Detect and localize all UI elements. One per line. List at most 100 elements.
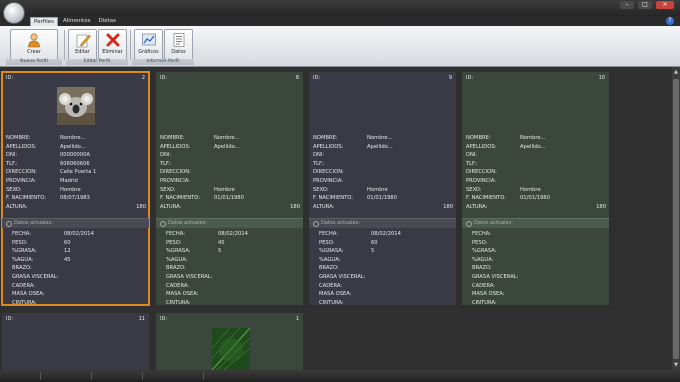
scroll-up-icon[interactable]: ▲ bbox=[673, 69, 679, 75]
eliminar-button[interactable]: Eliminar bbox=[98, 29, 127, 60]
datos-actuales-header[interactable]: Datos actuales: bbox=[2, 218, 149, 228]
grasa-visceral-label: GRASA VISCERAL: bbox=[12, 273, 59, 280]
altura-value: 180 bbox=[136, 203, 146, 210]
peso-label: PESO: bbox=[319, 239, 335, 246]
profile-card[interactable]: ID: 10 NOMBRE: Nombre... APELLIDOS: Apelli… bbox=[462, 72, 609, 306]
tlf-value: 606060606 bbox=[60, 160, 90, 167]
graficos-button[interactable]: Gráficos bbox=[134, 29, 163, 60]
tab-dietas[interactable]: Dietas bbox=[95, 17, 119, 26]
cintura-label: CINTURA: bbox=[319, 299, 344, 306]
altura-label: ALTURA: bbox=[160, 203, 182, 210]
nacimiento-value: 08/07/1983 bbox=[60, 195, 90, 202]
direccion-label: DIRECCION: bbox=[6, 169, 37, 176]
profile-card[interactable]: ID: 1 bbox=[156, 313, 303, 370]
id-label: ID: bbox=[160, 316, 168, 322]
direccion-label: DIRECCION: bbox=[466, 169, 497, 176]
help-icon[interactable]: ? bbox=[666, 17, 674, 25]
grasa-value: 5 bbox=[371, 248, 375, 255]
edit-icon bbox=[76, 34, 91, 48]
nombre-label: NOMBRE: bbox=[6, 135, 31, 141]
scrollbar-thumb[interactable] bbox=[673, 79, 679, 359]
dni-label: DNI: bbox=[6, 152, 18, 159]
apellidos-label: APELLIDOS: bbox=[466, 143, 497, 150]
group-label-nuevo-perfil: Nuevo Perfil bbox=[6, 59, 62, 65]
apellidos-label: APELLIDOS: bbox=[313, 143, 344, 150]
profile-card[interactable]: ID: 2 NOMBRE: Nombre... APELLIDOS: Apellid… bbox=[1, 71, 150, 306]
ribbon-separator bbox=[64, 30, 65, 60]
dni-label: DNI: bbox=[466, 152, 478, 159]
close-button[interactable]: ✕ bbox=[656, 1, 674, 9]
nacimiento-label: F. NACIMIENTO: bbox=[313, 195, 354, 202]
provincia-value: Madrid bbox=[60, 177, 78, 184]
datos-actuales-header[interactable]: Datos actuales: bbox=[462, 218, 609, 228]
tlf-label: TLF.: bbox=[313, 160, 325, 167]
group-label-editar-perfil: Editar Perfil bbox=[66, 59, 128, 65]
brazo-label: BRAZO: bbox=[12, 265, 32, 272]
group-editar-perfil: Editar Eliminar Editar Perfil bbox=[66, 28, 128, 65]
group-informes-perfil: Gráficos Datos Informes Perfil bbox=[132, 28, 194, 65]
current-data-fields: FECHA: 08/02/2014 PESO: 60 %GRASA: 5 %AGUA:… bbox=[319, 230, 454, 307]
cintura-label: CINTURA: bbox=[472, 299, 497, 306]
provincia-label: PROVINCIA: bbox=[6, 177, 37, 184]
profile-card[interactable]: ID: 8 NOMBRE: Nombre... APELLIDOS: Apellid… bbox=[156, 72, 303, 306]
application-menu-button[interactable] bbox=[3, 2, 25, 24]
maximize-button[interactable]: □ bbox=[638, 1, 652, 9]
profile-card[interactable]: ID: 11 bbox=[2, 313, 149, 370]
altura-label: ALTURA: bbox=[6, 203, 28, 210]
datos-actuales-label: Datos actuales: bbox=[14, 220, 53, 226]
nombre-label: NOMBRE: bbox=[466, 135, 491, 141]
datos-actuales-header[interactable]: Datos actuales: bbox=[156, 218, 303, 228]
id-label: ID: bbox=[160, 75, 168, 81]
tab-alimentos[interactable]: Alimentos bbox=[60, 17, 93, 26]
minimize-button[interactable]: – bbox=[620, 1, 634, 9]
grasa-visceral-label: GRASA VISCERAL: bbox=[319, 273, 366, 280]
crear-button[interactable]: Crear bbox=[10, 29, 58, 60]
tlf-label: TLF.: bbox=[6, 160, 18, 167]
altura-value: 180 bbox=[443, 203, 453, 210]
peso-value: 45 bbox=[218, 239, 225, 246]
status-segment bbox=[41, 372, 92, 380]
nombre-label: NOMBRE: bbox=[313, 135, 338, 141]
editar-button[interactable]: Editar bbox=[68, 29, 97, 60]
group-nuevo-perfil: Crear Nuevo Perfil bbox=[6, 28, 62, 65]
agua-label: %AGUA: bbox=[166, 256, 188, 263]
datos-button[interactable]: Datos bbox=[164, 29, 193, 60]
altura-value: 180 bbox=[290, 203, 300, 210]
grasa-label: %GRASA: bbox=[166, 248, 191, 255]
ribbon-separator bbox=[130, 30, 131, 60]
datos-actuales-header[interactable]: Datos actuales: bbox=[309, 218, 456, 228]
datos-actuales-label: Datos actuales: bbox=[321, 220, 360, 226]
grasa-label: %GRASA: bbox=[12, 248, 37, 255]
ribbon: Crear Nuevo Perfil Editar Eliminar Edita… bbox=[0, 26, 680, 67]
grasa-visceral-label: GRASA VISCERAL: bbox=[166, 273, 213, 280]
nacimiento-value: 01/01/1980 bbox=[520, 195, 550, 202]
nacimiento-label: F. NACIMIENTO: bbox=[160, 195, 201, 202]
masa-osea-label: MASA OSEA: bbox=[319, 291, 352, 298]
sexo-value: Hombre bbox=[60, 186, 81, 193]
vertical-scrollbar[interactable]: ▲ ▼ bbox=[672, 67, 680, 370]
grasa-label: %GRASA: bbox=[319, 248, 344, 255]
nombre-value: Nombre... bbox=[367, 135, 393, 141]
fecha-label: FECHA: bbox=[319, 231, 338, 237]
agua-value: 45 bbox=[64, 256, 71, 263]
sexo-label: SEXO: bbox=[466, 186, 482, 193]
nacimiento-value: 01/01/1980 bbox=[367, 195, 397, 202]
masa-osea-label: MASA OSEA: bbox=[166, 291, 199, 298]
profile-photo-koala bbox=[57, 87, 95, 125]
peso-value: 60 bbox=[64, 239, 71, 246]
peso-value: 60 bbox=[371, 239, 378, 246]
direccion-label: DIRECCION: bbox=[313, 169, 344, 176]
profile-card[interactable]: ID: 9 NOMBRE: Nombre... APELLIDOS: Apellid… bbox=[309, 72, 456, 307]
nombre-value: Nombre... bbox=[60, 135, 86, 141]
direccion-label: DIRECCION: bbox=[160, 169, 191, 176]
cadera-label: CADERA: bbox=[166, 282, 190, 289]
grasa-value: 12 bbox=[64, 248, 71, 255]
peso-label: PESO: bbox=[166, 239, 182, 246]
profile-id-value: 8 bbox=[295, 75, 299, 81]
delete-icon bbox=[106, 33, 119, 47]
altura-label: ALTURA: bbox=[313, 203, 335, 210]
profile-photo-leaf bbox=[212, 328, 250, 370]
eliminar-label: Eliminar bbox=[102, 49, 123, 55]
scroll-down-icon[interactable]: ▼ bbox=[673, 362, 679, 368]
fecha-label: FECHA: bbox=[472, 231, 491, 237]
